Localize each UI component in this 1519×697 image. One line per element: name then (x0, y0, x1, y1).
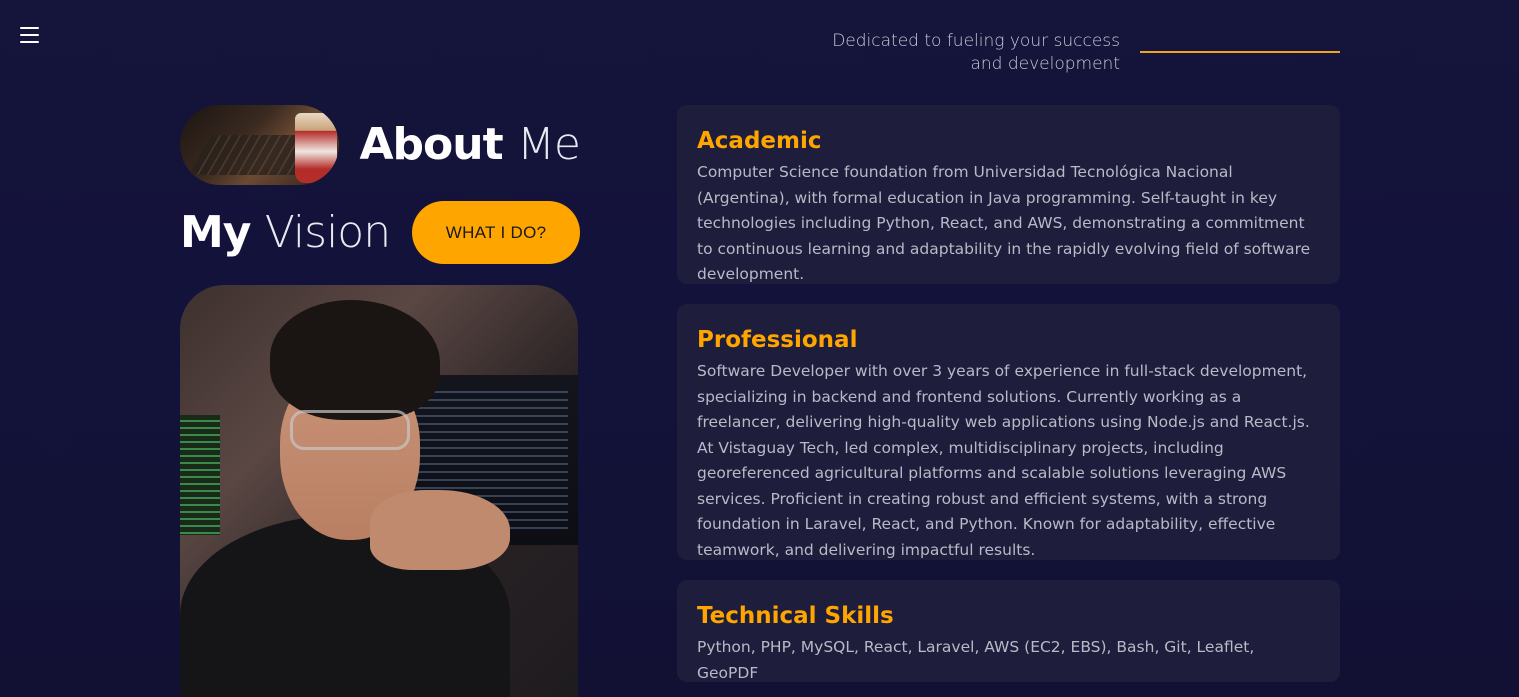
menu-bar (20, 27, 39, 29)
laptop-coffee-image (180, 105, 340, 185)
vision-bold: My (180, 206, 251, 258)
card-body: Computer Science foundation from Univers… (697, 163, 1311, 283)
hero-column: About Me My Vision WHAT I DO? (180, 105, 581, 697)
side-monitor-graphic (180, 415, 220, 535)
profile-photo (180, 285, 578, 697)
coffee-cup-graphic (295, 113, 338, 183)
technical-skills-card: Technical Skills Python, PHP, MySQL, Rea… (677, 580, 1340, 682)
professional-card: Professional Software Developer with ove… (677, 304, 1340, 560)
about-me-heading: About Me (359, 123, 581, 167)
hair-graphic (270, 300, 440, 420)
card-body: Software Developer with over 3 years of … (697, 362, 1310, 559)
card-title: Technical Skills (697, 603, 894, 629)
card-title: Academic (697, 128, 822, 154)
header-tagline: Dedicated to fueling your success and de… (800, 30, 1120, 76)
card-body: Python, PHP, MySQL, React, Laravel, AWS … (697, 638, 1255, 682)
about-row: About Me (180, 105, 581, 185)
vision-row: My Vision WHAT I DO? (180, 200, 580, 265)
what-i-do-button[interactable]: WHAT I DO? (412, 201, 580, 264)
my-vision-heading: My Vision (180, 210, 391, 255)
about-bold: About (359, 119, 503, 170)
glasses-graphic (290, 410, 410, 450)
tagline-divider (1140, 51, 1340, 53)
tagline-line-1: Dedicated to fueling your success (832, 31, 1120, 51)
vision-light: Vision (264, 206, 391, 258)
menu-bar (20, 34, 39, 36)
card-title: Professional (697, 327, 858, 353)
academic-card: Academic Computer Science foundation fro… (677, 105, 1340, 284)
menu-bar (20, 41, 39, 43)
about-light: Me (516, 119, 581, 170)
info-cards-column: Academic Computer Science foundation fro… (677, 105, 1340, 697)
tagline-line-2: and development (970, 54, 1120, 74)
hamburger-menu-icon[interactable] (20, 25, 40, 45)
hand-graphic (370, 490, 510, 570)
